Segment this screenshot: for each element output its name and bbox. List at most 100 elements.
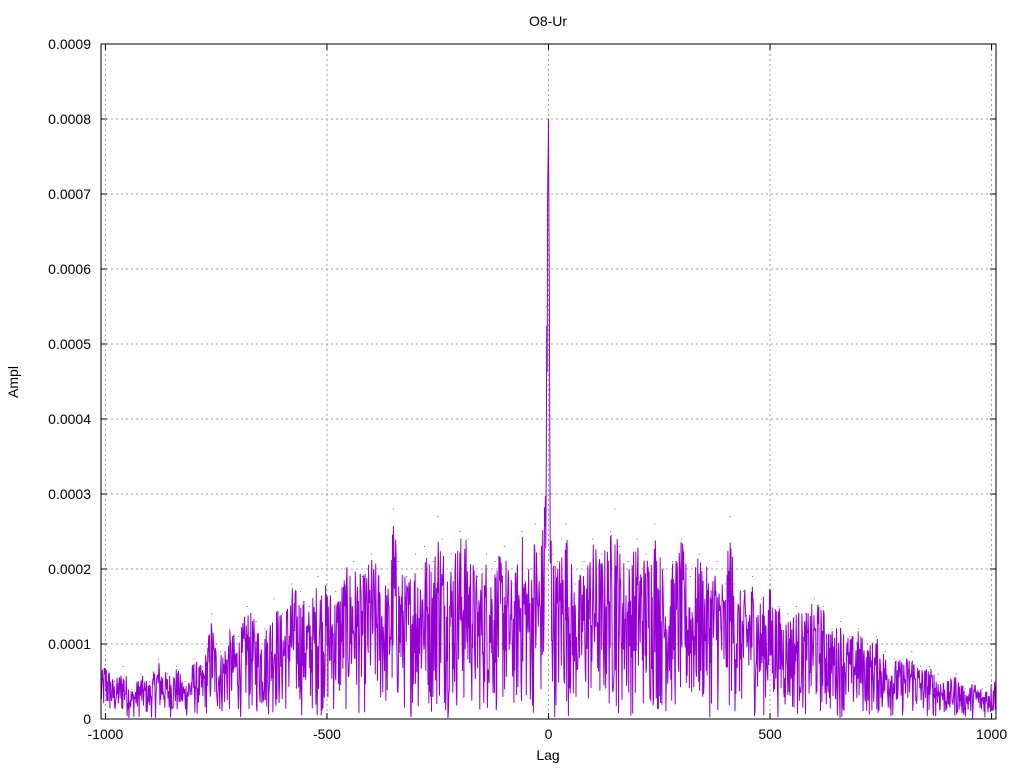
data-point bbox=[549, 388, 551, 390]
data-point bbox=[725, 583, 727, 585]
data-point bbox=[335, 591, 337, 592]
data-point bbox=[450, 553, 452, 555]
data-point bbox=[911, 651, 913, 652]
data-point bbox=[937, 673, 939, 675]
data-point bbox=[654, 523, 656, 525]
data-point bbox=[680, 538, 682, 540]
data-point bbox=[166, 673, 168, 675]
data-point bbox=[104, 658, 106, 660]
x-tick-label: 500 bbox=[758, 726, 782, 742]
data-point bbox=[246, 606, 248, 607]
data-point bbox=[149, 681, 151, 682]
data-point bbox=[211, 613, 213, 615]
data-point bbox=[973, 681, 975, 682]
data-point bbox=[867, 643, 869, 645]
data-point bbox=[729, 516, 731, 517]
data-point bbox=[778, 606, 780, 607]
data-point bbox=[140, 673, 142, 675]
data-point bbox=[543, 508, 545, 510]
chart-title: O8-Ur bbox=[529, 13, 567, 29]
y-axis-label: Ampl bbox=[5, 366, 21, 398]
data-point bbox=[734, 583, 736, 585]
data-point bbox=[964, 688, 966, 690]
data-point bbox=[344, 568, 346, 570]
data-point bbox=[672, 561, 674, 562]
data-point bbox=[485, 553, 487, 555]
y-tick-label: 0.0002 bbox=[48, 561, 91, 577]
data-point bbox=[503, 546, 505, 547]
y-tick-label: 0.0006 bbox=[48, 261, 91, 277]
data-point bbox=[441, 538, 443, 540]
data-point bbox=[477, 576, 479, 577]
data-point bbox=[184, 681, 186, 682]
data-point bbox=[131, 688, 133, 690]
data-point bbox=[317, 576, 319, 577]
data-point bbox=[534, 523, 536, 525]
data-point bbox=[282, 613, 284, 615]
data-point bbox=[468, 538, 470, 540]
data-point bbox=[291, 583, 293, 585]
data-point bbox=[202, 666, 204, 667]
data-point bbox=[521, 531, 523, 532]
axis-tick-labels: 0 0.0001 0.0002 0.0003 0.0004 0.0005 0.0006 0.0… bbox=[48, 36, 1007, 742]
data-point bbox=[796, 606, 798, 607]
chart-svg: O8-Ur 0 0.0001 0.0002 0.0003 0.0004 0.0005 0.0… bbox=[5, 13, 1007, 763]
y-tick-label: 0.0005 bbox=[48, 336, 91, 352]
data-point bbox=[299, 591, 301, 592]
y-tick-label: 0.0004 bbox=[48, 411, 91, 427]
data-point bbox=[122, 666, 124, 667]
data-point bbox=[561, 538, 563, 540]
data-point bbox=[716, 561, 718, 562]
data-point bbox=[831, 628, 833, 630]
data-point bbox=[415, 553, 417, 555]
data-point bbox=[432, 561, 434, 562]
data-point bbox=[760, 598, 762, 600]
data-point bbox=[539, 553, 541, 555]
data-point bbox=[353, 561, 355, 562]
data-point bbox=[636, 538, 638, 540]
y-tick-label: 0.0008 bbox=[48, 111, 91, 127]
data-point bbox=[530, 568, 532, 570]
data-point bbox=[663, 568, 665, 570]
data-point bbox=[437, 516, 439, 517]
data-point bbox=[193, 658, 195, 660]
data-point bbox=[893, 658, 895, 660]
data-point bbox=[228, 628, 230, 630]
data-point bbox=[592, 538, 594, 540]
data-point bbox=[406, 576, 408, 577]
data-point bbox=[550, 493, 552, 495]
x-axis-label: Lag bbox=[536, 747, 559, 763]
y-tick-label: 0.0009 bbox=[48, 36, 91, 52]
data-point bbox=[556, 561, 558, 562]
data-point bbox=[849, 636, 851, 637]
data-point bbox=[601, 553, 603, 555]
data-point bbox=[614, 508, 616, 510]
x-tick-label: 1000 bbox=[976, 726, 1007, 742]
data-point bbox=[361, 576, 363, 577]
x-tick-label: 0 bbox=[545, 726, 553, 742]
data-point bbox=[884, 651, 886, 652]
data-point bbox=[308, 606, 310, 607]
data-point bbox=[397, 561, 399, 562]
data-point bbox=[113, 681, 115, 682]
data-point bbox=[822, 606, 824, 607]
data-point bbox=[237, 636, 239, 637]
data-point bbox=[946, 681, 948, 682]
y-tick-label: 0.0007 bbox=[48, 186, 91, 202]
data-point bbox=[326, 583, 328, 585]
data-point bbox=[902, 658, 904, 660]
data-point bbox=[545, 306, 547, 307]
data-point bbox=[840, 621, 842, 622]
data-point bbox=[920, 666, 922, 667]
data-point bbox=[494, 561, 496, 562]
data-point bbox=[574, 583, 576, 585]
data-point bbox=[158, 658, 160, 660]
data-point bbox=[645, 553, 647, 555]
data-point bbox=[264, 628, 266, 630]
data-point bbox=[175, 666, 177, 667]
data-point bbox=[583, 561, 585, 562]
data-point bbox=[707, 568, 709, 570]
y-tick-label: 0.0003 bbox=[48, 486, 91, 502]
data-point bbox=[742, 591, 744, 592]
data-point bbox=[787, 613, 789, 615]
